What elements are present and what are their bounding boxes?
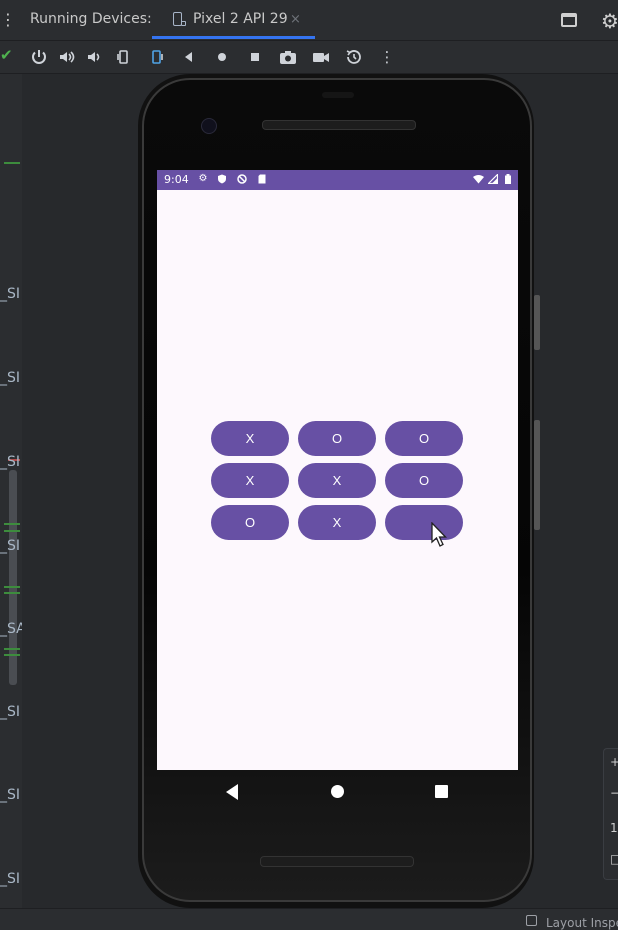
power-icon[interactable] [28, 46, 50, 68]
volume-up-icon[interactable] [56, 46, 78, 68]
status-bar [157, 170, 518, 190]
phone-volume-button[interactable] [534, 420, 540, 530]
tab-label[interactable]: Pixel 2 API 29 [193, 11, 288, 27]
record-icon[interactable] [310, 46, 332, 68]
gutter-label: _SI [0, 370, 21, 386]
vcs-change-marker [4, 530, 20, 532]
gutter-label: _SI [0, 538, 21, 554]
gear-icon[interactable]: ⚙ [601, 9, 618, 33]
board-cell-9[interactable] [385, 505, 463, 540]
status-time: 9:04 [164, 173, 189, 186]
board-cell-5[interactable]: X [298, 463, 376, 498]
home-icon[interactable] [211, 46, 233, 68]
zoom-in-button[interactable]: + [610, 755, 618, 769]
nav-home-icon[interactable] [331, 785, 344, 798]
sd-card-icon [257, 174, 267, 184]
rotate-left-icon[interactable] [112, 46, 134, 68]
wifi-icon [473, 174, 484, 184]
vcs-change-marker [4, 592, 20, 594]
nav-recents-icon[interactable] [435, 785, 448, 798]
phone-top-speaker [262, 120, 416, 130]
overview-icon[interactable] [244, 46, 266, 68]
options-menu-icon[interactable]: ⋮ [0, 10, 16, 30]
zoom-out-button[interactable]: − [610, 786, 618, 800]
gutter-label: _SI [0, 871, 21, 887]
running-devices-label: Running Devices: [30, 11, 152, 27]
no-disturb-icon [237, 174, 247, 184]
board-cell-6[interactable]: O [385, 463, 463, 498]
nav-back-icon[interactable] [226, 784, 238, 800]
gutter-scrollbar[interactable] [9, 470, 17, 685]
mouse-pointer-icon [430, 521, 448, 548]
front-camera-icon [201, 118, 217, 134]
zoom-fit-button[interactable]: □ [610, 852, 618, 866]
settings-icon: ⚙ [198, 173, 208, 184]
gutter-label: _SI [0, 704, 21, 720]
board-cell-1[interactable]: X [211, 421, 289, 456]
history-icon[interactable] [343, 46, 365, 68]
back-icon[interactable] [178, 46, 200, 68]
shield-icon [217, 174, 227, 184]
device-phone-badge-icon [181, 21, 186, 26]
gutter-label: _SI [0, 787, 21, 803]
gutter-label: _SI [0, 286, 21, 302]
gutter-label: _SI [0, 454, 21, 470]
rotate-right-icon[interactable] [146, 46, 168, 68]
vcs-change-marker [4, 523, 20, 525]
board-cell-8[interactable]: X [298, 505, 376, 540]
board-cell-7[interactable]: O [211, 505, 289, 540]
signal-icon [487, 173, 499, 185]
checkmark-icon: ✔ [0, 46, 13, 64]
vcs-change-marker [4, 162, 20, 164]
board-cell-2[interactable]: O [298, 421, 376, 456]
phone-bottom-speaker [260, 856, 414, 867]
tab-active-indicator [152, 36, 315, 39]
layout-inspector-icon[interactable] [526, 915, 537, 926]
vcs-change-marker [4, 586, 20, 588]
tab-close-icon[interactable]: × [290, 12, 301, 27]
vcs-change-marker [4, 654, 20, 656]
zoom-actual-button[interactable]: 1 [610, 821, 618, 835]
battery-icon [503, 174, 513, 184]
phone-power-button[interactable] [534, 295, 540, 350]
phone-sensor [322, 92, 354, 98]
volume-down-icon[interactable] [83, 46, 105, 68]
board-cell-3[interactable]: O [385, 421, 463, 456]
more-icon[interactable]: ⋮ [376, 46, 398, 68]
board-cell-4[interactable]: X [211, 463, 289, 498]
window-layout-icon[interactable] [561, 13, 577, 27]
vcs-change-marker [4, 648, 20, 650]
camera-icon[interactable] [277, 46, 299, 68]
